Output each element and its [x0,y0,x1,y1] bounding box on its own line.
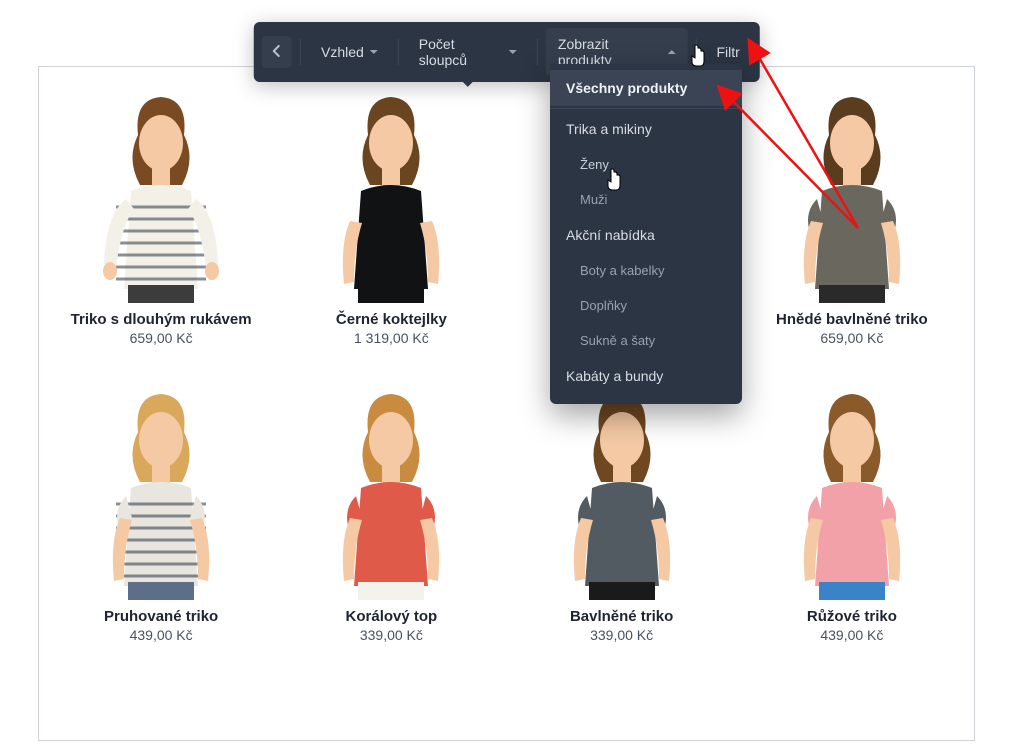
back-button[interactable] [261,36,292,68]
menu-muzi[interactable]: Muži [550,182,742,217]
menu-zeny[interactable]: Ženy [550,147,742,182]
menu-doplnky[interactable]: Doplňky [550,288,742,323]
product-title: Růžové triko [807,608,897,625]
product-title: Triko s dlouhým rukávem [71,311,252,328]
toolbar-separator [695,39,696,65]
menu-divider [550,108,742,109]
menu-boty-a-kabelky[interactable]: Boty a kabelky [550,253,742,288]
product-title: Pruhované triko [104,608,218,625]
product-price: 439,00 Kč [130,627,193,643]
menu-trika-a-mikiny[interactable]: Trika a mikiny [550,111,742,147]
product-card[interactable]: Bavlněné triko 339,00 Kč [512,386,732,643]
product-card[interactable]: Pruhované triko 439,00 Kč [51,386,271,643]
caret-down-icon [509,50,517,54]
product-card[interactable]: Triko s dlouhým rukávem 659,00 Kč [51,89,271,346]
toolbar-separator [300,39,301,65]
product-price: 659,00 Kč [130,330,193,346]
caret-down-icon [370,50,378,54]
pocet-sloupcu-dropdown[interactable]: Počet sloupců [407,28,529,76]
product-image [767,386,937,600]
product-card[interactable]: Korálový top 339,00 Kč [281,386,501,643]
product-card[interactable]: Hnědé bavlněné triko 659,00 Kč [742,89,962,346]
menu-sukne-a-saty[interactable]: Sukně a šaty [550,323,742,358]
menu-kabaty-a-bundy[interactable]: Kabáty a bundy [550,358,742,394]
product-card[interactable]: Růžové triko 439,00 Kč [742,386,962,643]
product-grid: Triko s dlouhým rukávem 659,00 Kč Černé k… [51,89,962,643]
caret-up-icon [667,50,675,54]
product-title: Hnědé bavlněné triko [776,311,928,328]
product-image [306,89,476,303]
product-card[interactable]: Černé koktejlky 1 319,00 Kč [281,89,501,346]
product-image [537,386,707,600]
product-title: Černé koktejlky [336,311,447,328]
menu-akcni-nabidka[interactable]: Akční nabídka [550,217,742,253]
pocet-sloupcu-label: Počet sloupců [419,36,503,68]
product-image [306,386,476,600]
menu-vsechny-produkty[interactable]: Všechny produkty [550,70,742,106]
product-image [76,89,246,303]
product-price: 439,00 Kč [820,627,883,643]
chevron-left-icon [272,44,282,60]
product-price: 1 319,00 Kč [354,330,429,346]
product-image [767,89,937,303]
product-price: 659,00 Kč [820,330,883,346]
vzhled-label: Vzhled [321,44,364,60]
product-title: Korálový top [346,608,438,625]
zobrazit-produkty-menu: Všechny produkty Trika a mikiny Ženy Muž… [550,64,742,404]
toolbar-separator [537,39,538,65]
vzhled-dropdown[interactable]: Vzhled [309,36,390,68]
toolbar-separator [398,39,399,65]
filtr-label: Filtr [716,44,739,60]
product-price: 339,00 Kč [590,627,653,643]
product-title: Bavlněné triko [570,608,673,625]
product-listing-frame: Triko s dlouhým rukávem 659,00 Kč Černé k… [38,66,975,741]
product-image [76,386,246,600]
product-price: 339,00 Kč [360,627,423,643]
